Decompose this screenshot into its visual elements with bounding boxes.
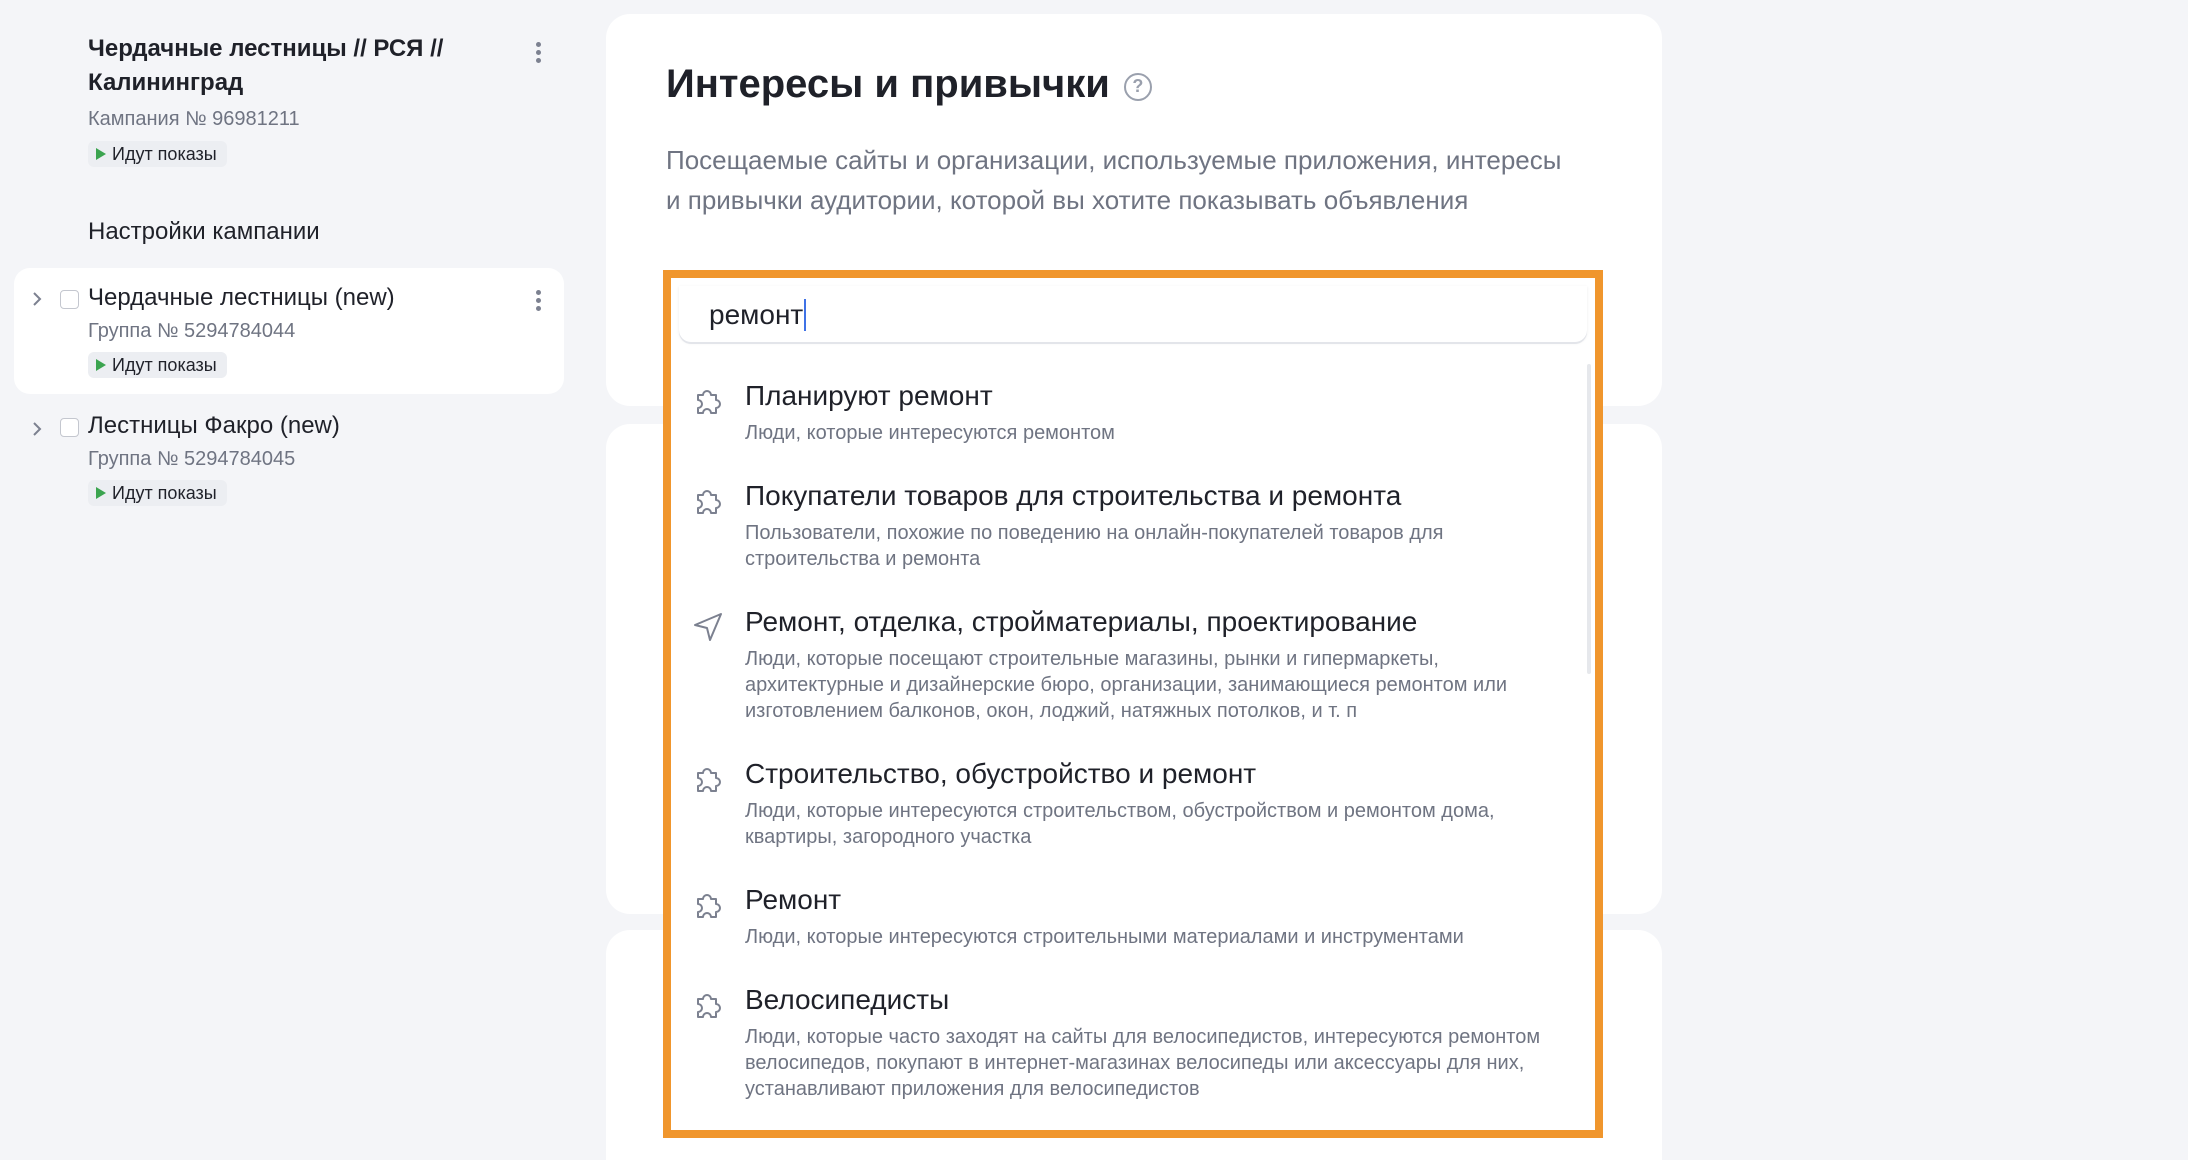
play-icon (96, 487, 106, 499)
suggestion-description: Пользователи, похожие по поведению на он… (745, 522, 1444, 570)
suggestions-dropdown: Планируют ремонт Люди, которые интересую… (671, 358, 1595, 1130)
status-badge: Идут показы (88, 480, 227, 506)
chevron-right-icon[interactable] (28, 290, 46, 308)
suggestion-title: Ремонт (745, 884, 842, 915)
puzzle-icon (697, 768, 721, 792)
section-title-text: Интересы и привычки (666, 62, 1110, 106)
location-arrow-icon (694, 613, 722, 641)
puzzle-icon (697, 994, 721, 1018)
group-name[interactable]: Лестницы Факро (new) (88, 412, 340, 440)
status-badge-label: Идут показы (112, 354, 217, 375)
puzzle-icon (697, 390, 721, 414)
group-number: Группа № 5294784045 (88, 448, 296, 470)
puzzle-icon (697, 894, 721, 918)
campaign-title[interactable]: Чердачные лестницы // РСЯ // Калининград (88, 32, 488, 100)
status-badge: Идут показы (88, 141, 227, 167)
interests-search-input[interactable]: ремонт (679, 286, 1587, 342)
help-icon[interactable]: ? (1123, 72, 1152, 101)
suggestion-title: Покупатели товаров для строительства и р… (745, 480, 1402, 511)
section-title: Интересы и привычки ? (666, 62, 1152, 107)
suggestion-title: Строительство, обустройство и ремонт (745, 758, 1257, 789)
search-input-value[interactable]: ремонт (709, 299, 807, 331)
suggestion-description: Люди, которые интересуются ремонтом (745, 422, 1115, 444)
play-icon (96, 148, 106, 160)
puzzle-icon (697, 490, 721, 514)
sidebar-group-item[interactable]: Лестницы Факро (new) Группа № 5294784045… (14, 400, 564, 510)
text-caret (804, 299, 807, 331)
suggestion-title: Ремонт, отделка, стройматериалы, проекти… (745, 606, 1418, 637)
campaign-header: Чердачные лестницы // РСЯ // Калининград… (88, 32, 568, 167)
status-badge: Идут показы (88, 352, 227, 378)
group-number: Группа № 5294784044 (88, 320, 296, 342)
sidebar: Чердачные лестницы // РСЯ // Калининград… (0, 0, 580, 1160)
suggestion-description: Люди, которые часто заходят на сайты для… (745, 1026, 1541, 1100)
chevron-right-icon[interactable] (28, 420, 46, 438)
group-name[interactable]: Чердачные лестницы (new) (88, 284, 395, 312)
suggestion-description: Люди, которые посещают строительные мага… (745, 648, 1508, 722)
scrollbar[interactable] (1587, 364, 1591, 674)
suggestion-description: Люди, которые интересуются строительными… (745, 926, 1464, 948)
group-checkbox[interactable] (60, 418, 79, 437)
suggestion-title: Планируют ремонт (745, 380, 993, 411)
search-highlight-frame: ремонт Планируют ремонт Люди, которые ин… (663, 270, 1603, 1138)
status-badge-label: Идут показы (112, 482, 217, 503)
suggestion-title: Велосипедисты (745, 984, 950, 1015)
sidebar-item-campaign-settings[interactable]: Настройки кампании (88, 218, 320, 246)
group-checkbox[interactable] (60, 290, 79, 309)
campaign-menu-icon[interactable] (526, 36, 550, 68)
search-input-text: ремонт (709, 299, 804, 330)
group-menu-icon[interactable] (526, 284, 550, 316)
section-description: Посещаемые сайты и организации, использу… (666, 145, 1562, 215)
status-badge-label: Идут показы (112, 143, 217, 164)
campaign-number: Кампания № 96981211 (88, 108, 300, 130)
play-icon (96, 359, 106, 371)
sidebar-group-item[interactable]: Чердачные лестницы (new) Группа № 529478… (14, 268, 564, 394)
suggestion-description: Люди, которые интересуются строительство… (745, 800, 1495, 848)
